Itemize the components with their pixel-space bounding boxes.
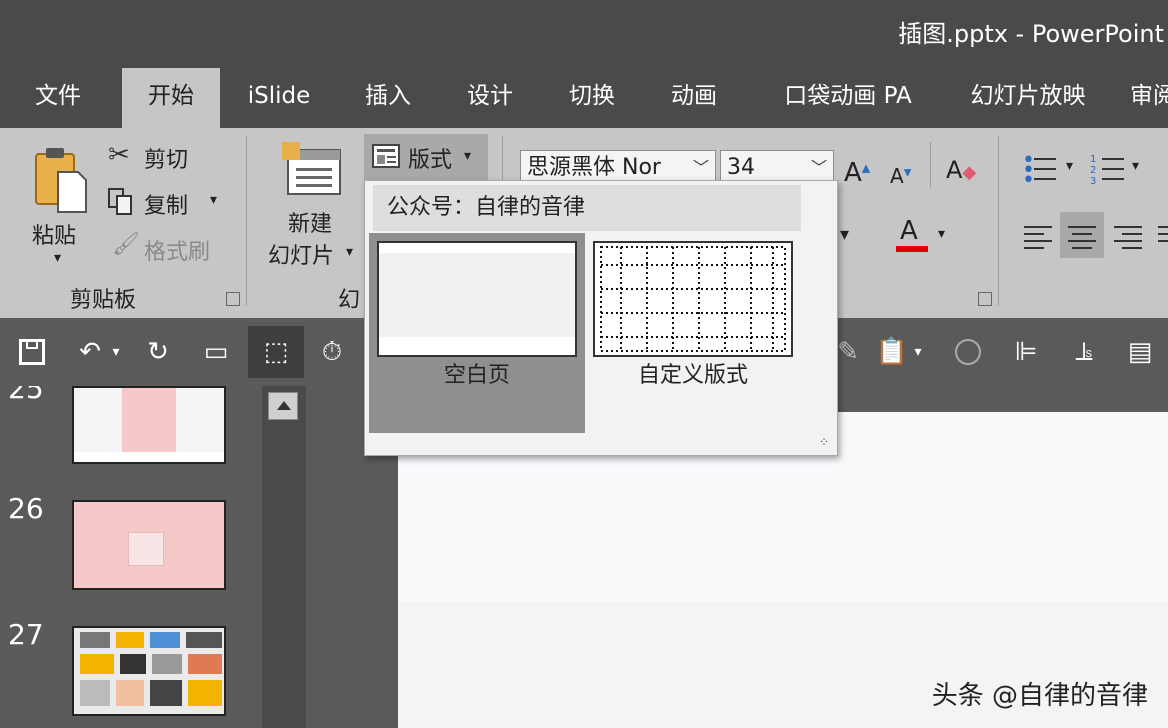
character-spacing-dropdown-icon[interactable]: ▾ [840,224,849,245]
increase-font-size-icon[interactable]: A▲ [844,158,870,188]
justify-button[interactable] [1156,222,1168,250]
dotted-grid-icon [600,246,786,352]
watermark: 头条 @自律的音律 [931,681,1148,711]
new-slide-dropdown-icon[interactable]: ▾ [346,244,353,260]
font-dialog-launcher-icon[interactable] [978,292,992,306]
slide-thumbnail-27[interactable] [72,626,226,716]
align-left-icon[interactable]: ⊫ [1008,332,1044,372]
font-color-dropdown-icon[interactable]: ▾ [938,226,945,242]
paste-dropdown-icon[interactable]: ▾ [54,250,61,266]
slide-thumbnail-25[interactable] [72,386,226,464]
font-name-value: 思源黑体 Nor [527,155,661,180]
tab-islide[interactable]: iSlide [232,70,326,128]
layout-dropdown-icon: ▾ [464,148,472,164]
bullets-icon: • • • [1022,148,1035,193]
save-icon[interactable] [14,332,50,372]
decrease-font-size-icon[interactable]: A▼ [890,164,911,188]
copy-label: 复制 [144,194,189,219]
undo-dropdown-icon[interactable]: ▾ [106,332,126,372]
bullets-button[interactable]: • • • ▾ [1022,148,1082,193]
new-slide-button[interactable]: 新建 幻灯片 ▾ [264,140,360,280]
align-left-button[interactable] [1022,222,1054,250]
ribbon-separator [246,136,247,306]
present-from-start-icon[interactable]: ▭ [198,332,234,372]
format-painter-button[interactable]: 🖌 格式刷 [106,232,226,266]
circle-icon[interactable] [950,332,986,372]
cut-label: 剪切 [144,148,189,173]
tab-transitions[interactable]: 切换 [548,70,636,128]
layout-icon [372,144,400,168]
paste-label: 粘贴 [32,224,77,249]
layout-caption-custom: 自定义版式 [637,363,748,388]
slide-thumbnail-26[interactable] [72,500,226,590]
title-bar: 插图.pptx - PowerPoint [0,0,1168,62]
layout-gallery-header: 公众号：自律的音律 [373,185,801,231]
slides-group-title: 幻 [338,288,361,313]
tab-file[interactable]: 文件 [14,70,102,128]
ribbon-tabs: 文件 开始 iSlide 插入 设计 切换 动画 口袋动画 PA 幻灯片放映 审… [0,62,1168,128]
slide-number: 25 [8,386,44,405]
thumbnail-scrollbar[interactable] [262,386,306,728]
tab-pocket-animation[interactable]: 口袋动画 PA [770,70,926,128]
layout-option-blank[interactable]: 空白页 [369,233,585,433]
ribbon-separator [930,142,931,188]
slide-thumbnail-pane: 25 26 27 [0,386,262,728]
distribute-icon[interactable]: ⫡ [1066,332,1102,372]
animation-pane-icon[interactable]: ⏱ [314,332,350,372]
undo-icon[interactable]: ↶ [72,332,108,372]
paste-special-icon[interactable]: 📋 [874,332,910,372]
scroll-up-icon[interactable] [268,392,298,420]
tab-review[interactable]: 审阅 [1130,70,1168,128]
numbering-button[interactable]: 123 ▾ [1090,154,1150,192]
select-icon[interactable]: ⬚ [248,326,304,378]
font-color-bar [896,246,928,252]
clipboard-group-title: 剪贴板 [70,288,137,313]
brush-icon: 🖌 [112,232,140,257]
tab-slideshow[interactable]: 幻灯片放映 [952,70,1104,128]
copy-icon [108,188,134,216]
layout-caption-blank: 空白页 [443,363,510,388]
window-title: 插图.pptx - PowerPoint [898,20,1164,48]
font-color-icon: A [900,216,918,246]
copy-button[interactable]: 复制 ▾ [106,186,226,220]
tab-animations[interactable]: 动画 [650,70,738,128]
layout-option-custom[interactable]: 自定义版式 [585,233,801,433]
font-size-value: 34 [727,155,755,180]
clipboard-icon [35,148,87,213]
clear-formatting-icon[interactable]: A◆ [946,156,976,184]
scissors-icon: ✂ [108,140,130,170]
layout-preview-blank [377,241,577,357]
textbox-icon[interactable]: ▤ [1122,332,1158,372]
resize-grip-icon[interactable]: ⁘ [819,435,829,449]
new-slide-label-1: 新建 [288,212,333,237]
slide-number: 27 [8,618,44,651]
cut-button[interactable]: ✂ 剪切 [106,140,206,174]
redo-icon[interactable]: ↻ [140,332,176,372]
align-right-button[interactable] [1112,222,1144,250]
layout-button[interactable]: 版式 ▾ [364,134,488,180]
copy-dropdown-icon[interactable]: ▾ [210,192,217,208]
numbering-icon: 123 [1090,154,1097,187]
layout-label: 版式 [408,148,453,173]
font-color-button[interactable]: A ▾ [896,216,956,256]
slide-number: 26 [8,492,44,525]
ribbon-separator [998,136,999,306]
new-slide-icon [282,142,341,195]
format-painter-label: 格式刷 [144,240,211,265]
tab-design[interactable]: 设计 [446,70,534,128]
clipboard-dialog-launcher-icon[interactable] [226,292,240,306]
align-center-button[interactable] [1060,212,1104,258]
tab-insert[interactable]: 插入 [344,70,432,128]
paste-button[interactable]: 粘贴 ▾ [26,140,96,270]
tab-home[interactable]: 开始 [122,68,220,128]
paste-special-dropdown-icon[interactable]: ▾ [908,332,928,372]
new-slide-label-2: 幻灯片 [268,244,335,269]
layout-gallery-popup: 公众号：自律的音律 空白页 自定义版式 ⁘ [364,180,838,456]
layout-preview-custom [593,241,793,357]
